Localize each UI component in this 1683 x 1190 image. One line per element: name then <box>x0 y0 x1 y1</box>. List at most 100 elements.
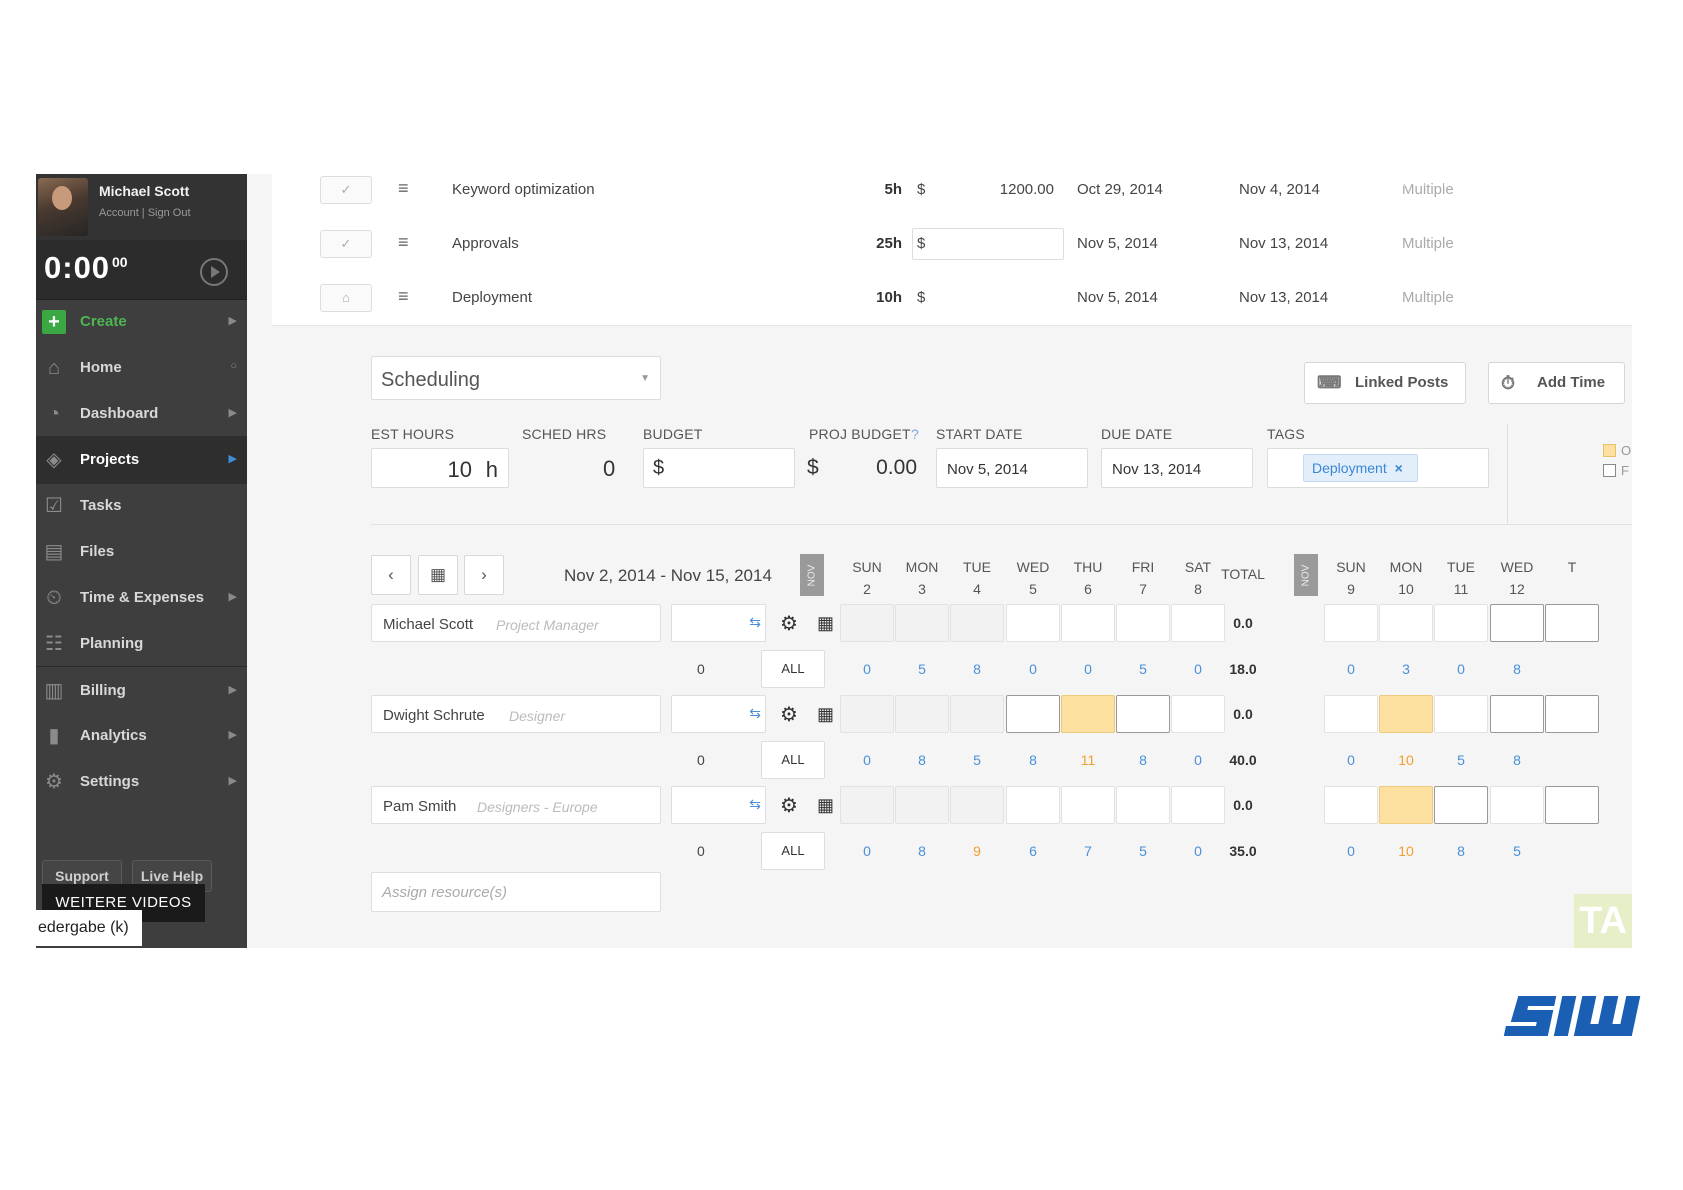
schedule-cell[interactable] <box>950 695 1004 733</box>
sidebar-item-create[interactable]: + Create ▶ <box>36 298 247 346</box>
schedule-cell[interactable] <box>1490 695 1544 733</box>
watch-later-overlay[interactable]: Später ansehen <box>1319 174 1453 192</box>
linked-posts-button[interactable]: ⌨ Linked Posts <box>1304 362 1466 404</box>
schedule-cell[interactable] <box>1116 604 1170 642</box>
link-icon[interactable]: ⇆ <box>749 614 761 631</box>
schedule-cell[interactable] <box>1324 604 1378 642</box>
sidebar-item-billing[interactable]: ▥ Billing ▶ <box>36 666 247 714</box>
calendar-icon[interactable]: ▦ <box>817 795 834 816</box>
info-overlay[interactable]: Info <box>1570 174 1602 192</box>
task-checkbox-icon[interactable]: ✓ <box>320 230 372 258</box>
day-name: WED <box>1500 559 1534 575</box>
resource-name-field[interactable]: Dwight Schrute Designer <box>371 695 661 733</box>
calendar-icon[interactable]: ▦ <box>817 704 834 725</box>
sidebar-item-planning[interactable]: ☷ Planning <box>36 620 247 668</box>
schedule-cell[interactable] <box>1061 695 1115 733</box>
schedule-cell[interactable] <box>1434 695 1488 733</box>
task-hours: 25h <box>876 235 902 252</box>
sidebar-item-time-expenses[interactable]: ⏲ Time & Expenses ▶ <box>36 574 247 622</box>
link-icon[interactable]: ⇆ <box>749 705 761 722</box>
schedule-cell[interactable] <box>1006 786 1060 824</box>
circle-icon: ○ <box>230 360 237 372</box>
assign-resource-input[interactable]: Assign resource(s) <box>371 872 661 912</box>
start-date-input[interactable]: Nov 5, 2014 <box>936 448 1088 488</box>
schedule-cell[interactable] <box>840 604 894 642</box>
schedule-cell[interactable] <box>1324 695 1378 733</box>
avatar[interactable] <box>38 178 88 236</box>
link-icon[interactable]: ⇆ <box>749 796 761 813</box>
prev-week-button[interactable]: ‹ <box>371 555 411 595</box>
add-time-button[interactable]: ⏱ Add Time <box>1488 362 1625 404</box>
schedule-cell[interactable] <box>1490 786 1544 824</box>
all-selector[interactable]: ALL <box>761 650 825 688</box>
day-name: FRI <box>1131 559 1155 575</box>
sidebar-item-tasks[interactable]: ☑ Tasks <box>36 482 247 530</box>
due-date-input[interactable]: Nov 13, 2014 <box>1101 448 1253 488</box>
resource-name-field[interactable]: Pam Smith Designers - Europe <box>371 786 661 824</box>
schedule-cell[interactable] <box>1116 786 1170 824</box>
task-budget-input[interactable] <box>912 228 1064 260</box>
schedule-cell[interactable] <box>1061 604 1115 642</box>
schedule-cell[interactable] <box>1061 786 1115 824</box>
all-selector[interactable]: ALL <box>761 741 825 779</box>
schedule-cell[interactable] <box>1545 604 1599 642</box>
budget-input[interactable]: $ <box>643 448 795 488</box>
sidebar-item-settings[interactable]: ⚙ Settings ▶ <box>36 758 247 806</box>
resource-name-field[interactable]: Michael Scott Project Manager <box>371 604 661 642</box>
account-links[interactable]: Account | Sign Out <box>99 207 191 219</box>
user-name: Michael Scott <box>99 183 190 199</box>
all-selector[interactable]: ALL <box>761 832 825 870</box>
schedule-cell[interactable] <box>950 604 1004 642</box>
chevron-right-icon: ▶ <box>228 315 237 327</box>
schedule-cell[interactable] <box>1006 604 1060 642</box>
play-icon[interactable] <box>200 258 228 286</box>
schedule-cell[interactable] <box>1324 786 1378 824</box>
remove-tag-icon[interactable]: × <box>1395 460 1403 476</box>
gear-icon[interactable]: ⚙ <box>780 793 798 818</box>
schedule-cell[interactable] <box>1434 604 1488 642</box>
sidebar-item-dashboard[interactable]: ◔ Dashboard ▶ <box>36 390 247 438</box>
share-overlay[interactable]: Teilen <box>1479 174 1529 192</box>
task-row[interactable]: ⌂ ≡ Deployment 10h $ Nov 5, 2014 Nov 13, 2014 M… <box>272 270 1632 326</box>
schedule-cell[interactable] <box>895 604 949 642</box>
sort-icon[interactable]: ≡ <box>398 286 409 307</box>
gear-icon[interactable]: ⚙ <box>780 611 798 636</box>
schedule-cell[interactable] <box>895 786 949 824</box>
hours-input[interactable]: ⇆ <box>671 604 766 642</box>
schedule-cell[interactable] <box>840 786 894 824</box>
legend-label-free: F <box>1621 463 1629 478</box>
schedule-cell[interactable] <box>895 695 949 733</box>
sidebar-item-home[interactable]: ⌂ Home ○ <box>36 344 247 392</box>
calendar-button[interactable]: ▦ <box>418 555 458 595</box>
sort-icon[interactable]: ≡ <box>398 178 409 199</box>
hours-input[interactable]: ⇆ <box>671 695 766 733</box>
calendar-icon[interactable]: ▦ <box>817 613 834 634</box>
hours-input[interactable]: ⇆ <box>671 786 766 824</box>
schedule-cell[interactable] <box>950 786 1004 824</box>
help-icon[interactable]: ? <box>911 426 919 442</box>
sidebar-item-projects[interactable]: ◈ Projects ▶ <box>36 436 247 484</box>
task-checkbox-icon[interactable]: ✓ <box>320 176 372 204</box>
gear-icon[interactable]: ⚙ <box>780 702 798 727</box>
task-row[interactable]: ✓ ≡ Approvals 25h $ Nov 5, 2014 Nov 13, 2014 Mu… <box>272 216 1632 272</box>
settings-icon: ⚙ <box>45 771 63 793</box>
view-select[interactable]: Scheduling ▼ <box>371 356 661 400</box>
task-checkbox-icon[interactable]: ⌂ <box>320 284 372 312</box>
schedule-cell[interactable] <box>1490 604 1544 642</box>
schedule-cell[interactable] <box>1379 604 1433 642</box>
next-week-button[interactable]: › <box>464 555 504 595</box>
sort-icon[interactable]: ≡ <box>398 232 409 253</box>
schedule-cell[interactable] <box>1379 695 1433 733</box>
schedule-cell[interactable] <box>1434 786 1488 824</box>
schedule-cell[interactable] <box>840 695 894 733</box>
sidebar-item-files[interactable]: ▤ Files <box>36 528 247 576</box>
schedule-cell[interactable] <box>1006 695 1060 733</box>
schedule-cell[interactable] <box>1545 695 1599 733</box>
schedule-cell[interactable] <box>1379 786 1433 824</box>
availability-value: 5 <box>1457 752 1465 768</box>
sidebar-item-analytics[interactable]: ▮ Analytics ▶ <box>36 712 247 760</box>
files-icon: ▤ <box>44 541 64 563</box>
schedule-cell[interactable] <box>1116 695 1170 733</box>
schedule-cell[interactable] <box>1545 786 1599 824</box>
est-hours-input[interactable]: 10 h <box>371 448 509 488</box>
